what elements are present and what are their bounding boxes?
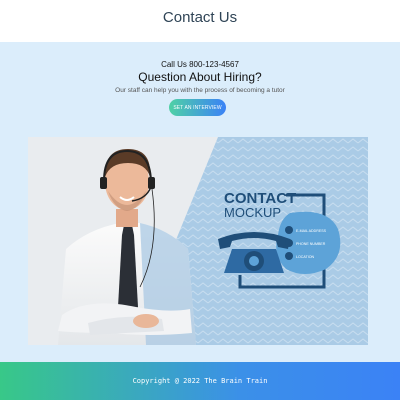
email-address-label: E-MAIL ADDRESS [296, 229, 327, 233]
contact-page: Contact Us Call Us 800-123-4567 Question… [0, 0, 400, 400]
page-title: Contact Us [162, 9, 238, 26]
email-icon [285, 226, 293, 234]
location-pin-icon [285, 252, 293, 260]
hero-heading: Question About Hiring? [138, 70, 262, 84]
phone-number-label: PHONE NUMBER [296, 242, 326, 246]
call-us-phone: Call Us 800-123-4567 [161, 60, 239, 69]
hero-subheading: Our staff can help you with the process … [115, 87, 285, 94]
hero-section: Call Us 800-123-4567 Question About Hiri… [0, 42, 400, 362]
page-header: Contact Us [0, 0, 400, 42]
contact-banner-image: CONTACT MOCKUP E-MAIL ADDRESS PHONE NUMB… [28, 137, 368, 345]
phone-icon [285, 239, 293, 247]
location-label: LOCATION [296, 255, 315, 259]
copyright-text: Copyright @ 2022 The Brain Train [132, 377, 268, 385]
set-interview-button[interactable]: SET AN INTERVIEW [169, 99, 226, 116]
page-footer: Copyright @ 2022 The Brain Train [0, 362, 400, 400]
contact-banner-illustration: CONTACT MOCKUP E-MAIL ADDRESS PHONE NUMB… [28, 137, 368, 345]
mockup-title-mockup: MOCKUP [224, 205, 281, 220]
